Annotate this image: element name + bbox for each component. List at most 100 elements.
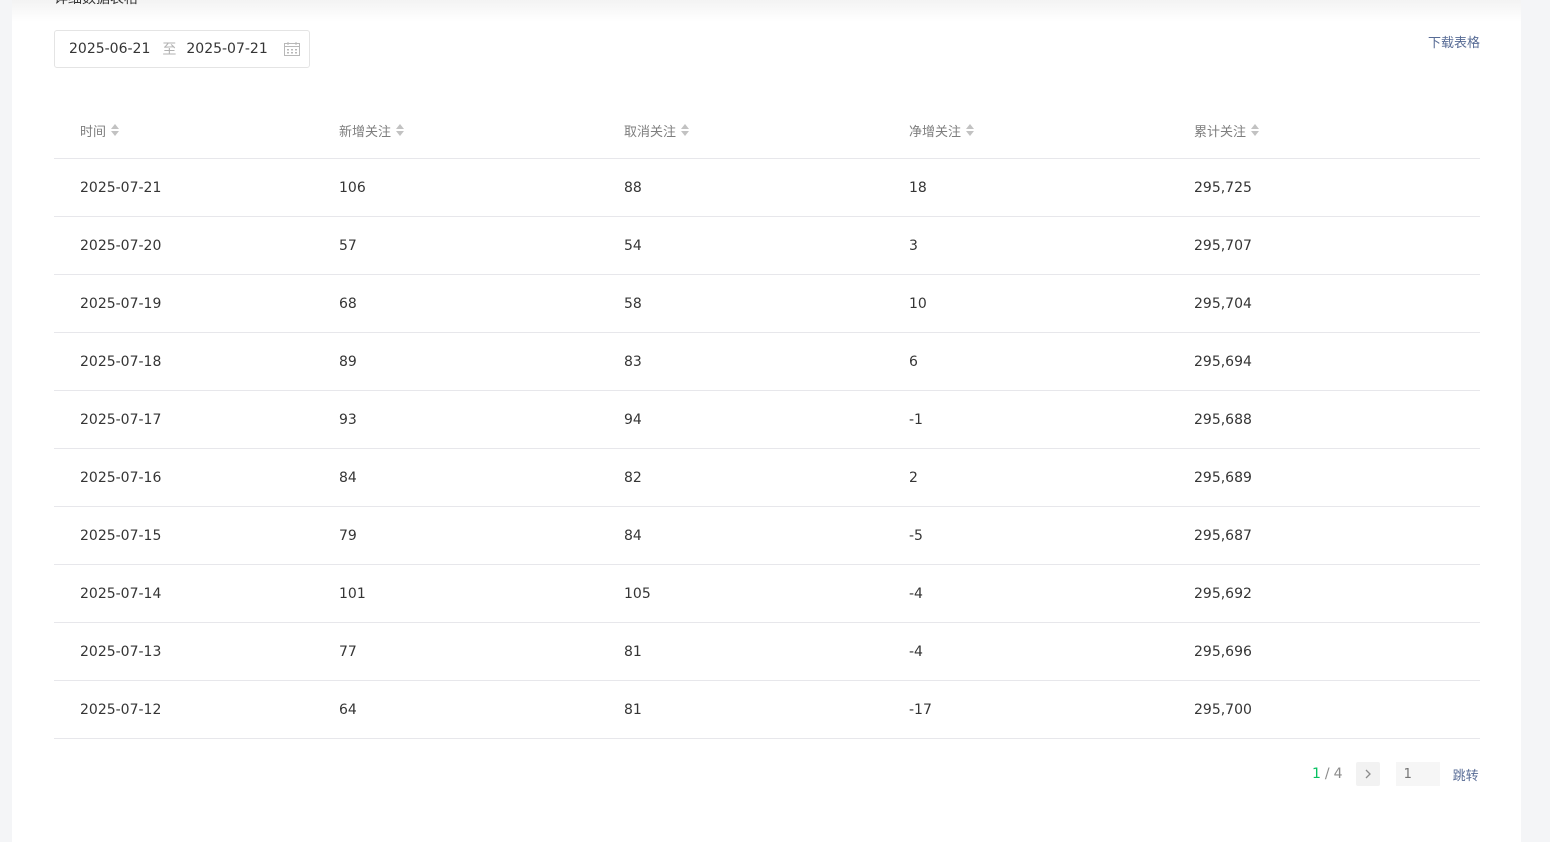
table-cell: 2025-07-13 (54, 622, 339, 681)
table-cell: 2025-07-21 (54, 158, 339, 217)
header-shadow (12, 0, 1521, 22)
table-cell: 2 (909, 448, 1194, 507)
table-cell: 2025-07-15 (54, 506, 339, 565)
table-row: 2025-07-17 93 94 -1 295,688 (54, 390, 1480, 449)
table-cell: 295,696 (1194, 622, 1480, 681)
table-cell: 81 (624, 680, 909, 739)
table-cell: 18 (909, 158, 1194, 217)
column-header[interactable]: 新增关注 (339, 102, 624, 159)
table-cell: 295,700 (1194, 680, 1480, 739)
table-header-row: 时间 新增关注 取消关注 净增关注 累计关注 (54, 102, 1480, 159)
total-pages: 4 (1333, 766, 1343, 782)
sort-icon[interactable] (110, 123, 120, 137)
column-header-label: 累计关注 (1194, 124, 1247, 140)
table-cell: 2025-07-20 (54, 216, 339, 275)
download-table-link[interactable]: 下载表格 (1428, 32, 1480, 51)
table-cell: 106 (339, 158, 624, 217)
column-header-content[interactable]: 新增关注 (339, 121, 405, 140)
chevron-right-icon (1365, 769, 1371, 779)
table-cell: 54 (624, 216, 909, 275)
column-header[interactable]: 时间 (54, 102, 339, 159)
date-range-picker[interactable]: 2025-06-21 至 2025-07-21 (54, 30, 310, 68)
table-cell: 84 (624, 506, 909, 565)
table-row: 2025-07-13 77 81 -4 295,696 (54, 622, 1480, 681)
table-cell: 68 (339, 274, 624, 333)
current-page: 1 (1312, 766, 1321, 782)
table-cell: 2025-07-14 (54, 564, 339, 623)
next-page-button[interactable] (1355, 762, 1380, 786)
sort-icon[interactable] (680, 123, 690, 137)
column-header-content[interactable]: 累计关注 (1194, 121, 1260, 140)
table-cell: 82 (624, 448, 909, 507)
table-row: 2025-07-21 106 88 18 295,725 (54, 158, 1480, 217)
table-cell: 105 (624, 564, 909, 623)
sort-icon[interactable] (965, 123, 975, 137)
table-row: 2025-07-18 89 83 6 295,694 (54, 332, 1480, 391)
table-cell: 94 (624, 390, 909, 449)
table-cell: 2025-07-19 (54, 274, 339, 333)
table-row: 2025-07-20 57 54 3 295,707 (54, 216, 1480, 275)
sort-icon[interactable] (395, 123, 405, 137)
column-header-content[interactable]: 时间 (80, 121, 120, 140)
column-header-content[interactable]: 净增关注 (909, 121, 975, 140)
end-date[interactable]: 2025-07-21 (186, 41, 267, 57)
sort-icon[interactable] (1250, 123, 1260, 137)
table-cell: 295,689 (1194, 448, 1480, 507)
table-row: 2025-07-16 84 82 2 295,689 (54, 448, 1480, 507)
page-jump-input[interactable] (1395, 762, 1440, 786)
date-separator: 至 (162, 42, 177, 58)
column-header[interactable]: 净增关注 (909, 102, 1194, 159)
table-cell: 84 (339, 448, 624, 507)
table-row: 2025-07-15 79 84 -5 295,687 (54, 506, 1480, 565)
table-cell: 295,687 (1194, 506, 1480, 565)
table-cell: 89 (339, 332, 624, 391)
table-cell: 6 (909, 332, 1194, 391)
table-cell: 83 (624, 332, 909, 391)
table-cell: 295,692 (1194, 564, 1480, 623)
table-cell: -17 (909, 680, 1194, 739)
table-cell: 295,725 (1194, 158, 1480, 217)
column-header-label: 净增关注 (909, 124, 962, 140)
table-cell: 2025-07-18 (54, 332, 339, 391)
jump-button[interactable]: 跳转 (1453, 765, 1479, 784)
table-cell: 295,694 (1194, 332, 1480, 391)
column-header[interactable]: 累计关注 (1194, 102, 1480, 159)
table-cell: -4 (909, 622, 1194, 681)
page-separator: / (1324, 766, 1330, 782)
table-cell: 101 (339, 564, 624, 623)
table-cell: 77 (339, 622, 624, 681)
table-cell: 295,688 (1194, 390, 1480, 449)
content-card: 详细数据表格 2025-06-21 至 2025-07-21 下载表格 时间 新增… (12, 0, 1521, 842)
table-cell: 64 (339, 680, 624, 739)
column-header-label: 取消关注 (624, 124, 677, 140)
table-cell: 295,704 (1194, 274, 1480, 333)
table-cell: 57 (339, 216, 624, 275)
table-row: 2025-07-19 68 58 10 295,704 (54, 274, 1480, 333)
table-cell: -5 (909, 506, 1194, 565)
column-header-label: 新增关注 (339, 124, 392, 140)
table-cell: 3 (909, 216, 1194, 275)
table-row: 2025-07-12 64 81 -17 295,700 (54, 680, 1480, 739)
table-cell: 10 (909, 274, 1194, 333)
table-cell: 93 (339, 390, 624, 449)
column-header-content[interactable]: 取消关注 (624, 121, 690, 140)
column-header[interactable]: 取消关注 (624, 102, 909, 159)
column-header-label: 时间 (80, 124, 107, 140)
calendar-icon[interactable] (283, 42, 300, 56)
section-title: 详细数据表格 (54, 0, 138, 8)
pagination: 1 / 4 跳转 (1312, 762, 1479, 786)
table-cell: 81 (624, 622, 909, 681)
table-cell: 2025-07-12 (54, 680, 339, 739)
table-row: 2025-07-14 101 105 -4 295,692 (54, 564, 1480, 623)
table-cell: 2025-07-16 (54, 448, 339, 507)
table-cell: 295,707 (1194, 216, 1480, 275)
data-table: 时间 新增关注 取消关注 净增关注 累计关注 2025-07-21 106 88 18 295,… (54, 102, 1480, 739)
table-cell: 2025-07-17 (54, 390, 339, 449)
start-date[interactable]: 2025-06-21 (69, 41, 150, 57)
table-cell: -4 (909, 564, 1194, 623)
table-cell: 58 (624, 274, 909, 333)
table-cell: -1 (909, 390, 1194, 449)
table-cell: 79 (339, 506, 624, 565)
table-cell: 88 (624, 158, 909, 217)
table-body: 2025-07-21 106 88 18 295,725 2025-07-20 57 54 3 2… (54, 158, 1480, 739)
